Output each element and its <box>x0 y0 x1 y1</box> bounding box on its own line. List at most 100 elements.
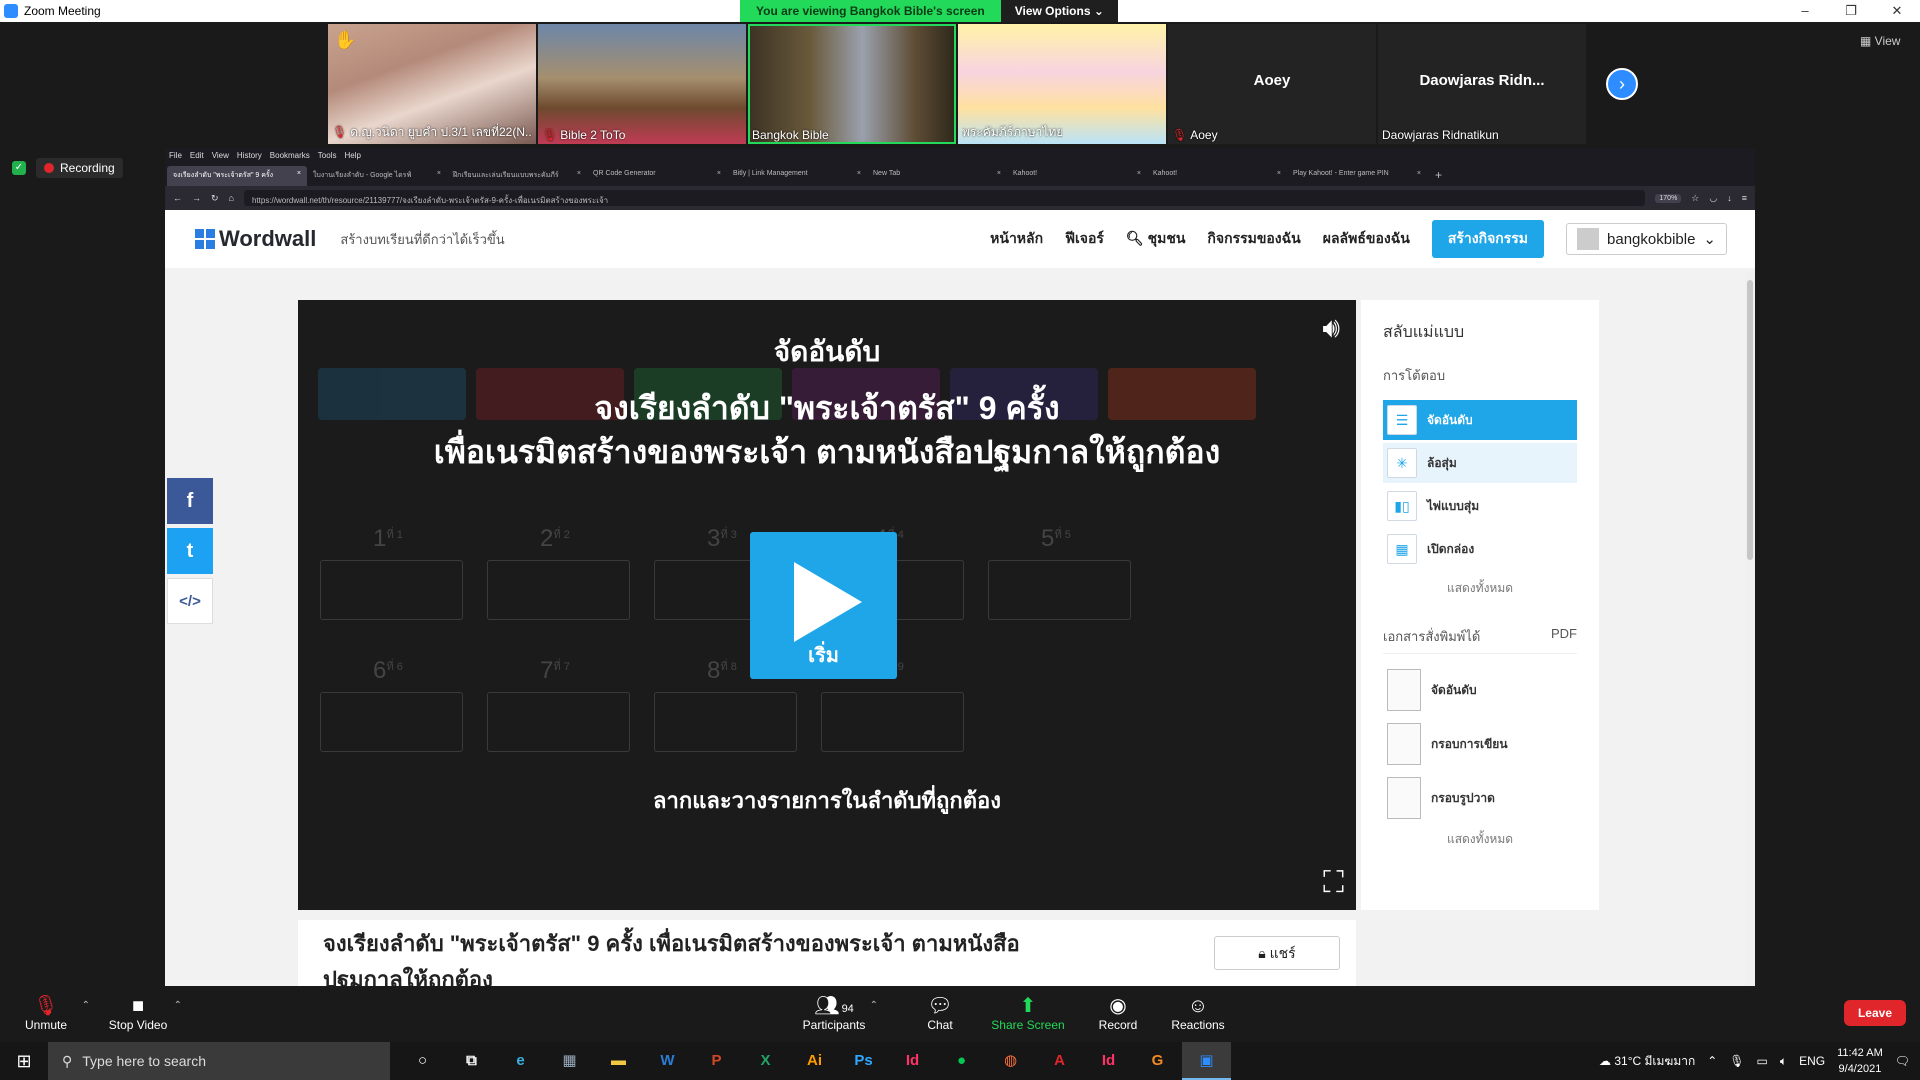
browser-tab[interactable]: QR Code Generator × <box>587 166 727 186</box>
answer-slot[interactable]: 6ที่ 6 <box>320 657 463 752</box>
printable-item[interactable]: จัดอันดับ <box>1383 668 1577 712</box>
answer-slot[interactable]: 2ที่ 2 <box>487 525 630 620</box>
download-icon[interactable]: ↓ <box>1727 193 1732 203</box>
view-button[interactable]: ▦ View <box>1860 34 1900 48</box>
wordwall-logo[interactable]: Wordwall <box>195 226 316 252</box>
template-random-cards[interactable]: ▮▯ ไพ่แบบสุ่ม <box>1383 486 1577 526</box>
embed-code-icon[interactable]: </> <box>167 578 213 624</box>
menu-file[interactable]: File <box>169 151 182 160</box>
menu-bookmarks[interactable]: Bookmarks <box>270 151 310 160</box>
weather-widget[interactable]: ☁ 31°C มีเมฆมาก <box>1599 1052 1695 1071</box>
nav-my-results[interactable]: ผลลัพธ์ของฉัน <box>1323 228 1410 250</box>
browser-tab[interactable]: Kahoot! × <box>1147 166 1287 186</box>
browser-tab[interactable]: New Tab × <box>867 166 1007 186</box>
word-icon[interactable]: W <box>643 1042 692 1080</box>
chevron-up-icon[interactable]: ⌃ <box>1707 1054 1717 1068</box>
browser-tab[interactable]: Bitly | Link Management × <box>727 166 867 186</box>
minimize-button[interactable]: – <box>1782 3 1828 19</box>
new-tab-icon[interactable]: + <box>1427 168 1450 186</box>
recording-badge[interactable]: Recording <box>36 158 123 178</box>
indesign-2-icon[interactable]: Id <box>1084 1042 1133 1080</box>
illustrator-icon[interactable]: Ai <box>790 1042 839 1080</box>
close-tab-icon[interactable]: × <box>1417 170 1421 182</box>
menu-edit[interactable]: Edit <box>190 151 204 160</box>
photoshop-icon[interactable]: Ps <box>839 1042 888 1080</box>
video-tile-active-speaker[interactable]: Bangkok Bible <box>748 24 956 144</box>
template-rank-order[interactable]: ☰ จัดอันดับ <box>1383 400 1577 440</box>
zoom-app-icon[interactable]: ▣ <box>1182 1042 1231 1080</box>
answer-slot[interactable]: 7ที่ 7 <box>487 657 630 752</box>
video-tile[interactable]: พระคัมภีร์ภาษาไทย <box>958 24 1166 144</box>
user-menu[interactable]: bangkokbible ⌄ <box>1566 223 1727 255</box>
close-tab-icon[interactable]: × <box>1277 170 1281 182</box>
caret-up-icon[interactable]: ⌃ <box>82 1000 90 1011</box>
answer-slot[interactable]: 5ที่ 5 <box>988 525 1131 620</box>
browser-tab[interactable]: Play Kahoot! - Enter game PIN × <box>1287 166 1427 186</box>
close-tab-icon[interactable]: × <box>1137 170 1141 182</box>
taskbar-search[interactable]: ⚲ Type here to search <box>48 1042 390 1080</box>
page-scrollbar[interactable] <box>1745 272 1755 986</box>
next-page-arrow-icon[interactable]: › <box>1606 68 1638 100</box>
close-tab-icon[interactable]: × <box>297 170 301 182</box>
caret-up-icon[interactable]: ⌃ <box>870 1000 878 1011</box>
browser-tab[interactable]: จงเรียงลำดับ "พระเจ้าตรัส" 9 ครั้ง × <box>167 166 307 186</box>
file-explorer-icon[interactable]: ▬ <box>594 1042 643 1080</box>
nav-community[interactable]: 🔍︎ ชุมชน <box>1126 228 1185 250</box>
reload-icon[interactable]: ↻ <box>211 193 219 204</box>
menu-history[interactable]: History <box>237 151 262 160</box>
fullscreen-icon[interactable]: ⛶ <box>1323 866 1344 900</box>
windows-start-icon[interactable]: ⊞ <box>0 1051 48 1072</box>
language-indicator[interactable]: ENG <box>1799 1054 1825 1068</box>
menu-view[interactable]: View <box>212 151 229 160</box>
address-bar[interactable]: https://wordwall.net/th/resource/2113977… <box>243 190 1646 206</box>
create-activity-button[interactable]: สร้างกิจกรรม <box>1431 220 1545 258</box>
show-all-printables-link[interactable]: แสดงทั้งหมด <box>1383 830 1577 849</box>
show-all-link[interactable]: แสดงทั้งหมด <box>1383 579 1577 598</box>
share-button[interactable]: 🔒︎ แชร์ <box>1214 936 1340 970</box>
video-tile[interactable]: ✋ 🎙 ด.ญ.วนิดา ยูบคำ ป.3/1 เลขที่22(N... <box>328 24 536 144</box>
indesign-icon[interactable]: Id <box>888 1042 937 1080</box>
nav-features[interactable]: ฟีเจอร์ <box>1065 228 1104 250</box>
close-tab-icon[interactable]: × <box>437 170 441 182</box>
powerpoint-icon[interactable]: P <box>692 1042 741 1080</box>
chat-button[interactable]: 💬︎ Chat <box>900 994 980 1032</box>
share-screen-button[interactable]: ⬆ Share Screen <box>988 994 1068 1032</box>
clock[interactable]: 11:42 AM 9/4/2021 <box>1837 1045 1883 1077</box>
speaker-icon[interactable]: 🔊︎ <box>1322 312 1340 345</box>
home-icon[interactable]: ⌂ <box>229 193 234 203</box>
reactions-button[interactable]: ☺ Reactions <box>1158 994 1238 1032</box>
volume-icon[interactable]: 🔈︎ <box>1780 1054 1787 1069</box>
close-tab-icon[interactable]: × <box>857 170 861 182</box>
network-icon[interactable]: ▭ <box>1757 1054 1768 1068</box>
answer-slot[interactable]: 1ที่ 1 <box>320 525 463 620</box>
leave-button[interactable]: Leave <box>1843 1000 1906 1026</box>
line-icon[interactable]: ● <box>937 1042 986 1080</box>
template-spin-wheel[interactable]: ✳ ล้อสุ่ม <box>1383 443 1577 483</box>
microphone-icon[interactable]: 🎙 <box>1729 1054 1744 1068</box>
caret-up-icon[interactable]: ⌃ <box>174 1000 182 1011</box>
g-app-icon[interactable]: G <box>1133 1042 1182 1080</box>
calculator-icon[interactable]: ▦ <box>545 1042 594 1080</box>
edge-icon[interactable]: e <box>496 1042 545 1080</box>
close-tab-icon[interactable]: × <box>717 170 721 182</box>
close-tab-icon[interactable]: × <box>997 170 1001 182</box>
participants-button[interactable]: 👥︎ 94 Participants ⌃ <box>794 994 878 1032</box>
template-open-box[interactable]: ▦ เปิดกล่อง <box>1383 529 1577 569</box>
browser-tab[interactable]: ฝึกเรียนและเล่นเรียนแบบพระคัมภีร์ × <box>447 166 587 186</box>
view-options-button[interactable]: View Options ⌄ <box>1000 0 1118 22</box>
stop-video-button[interactable]: ■ Stop Video ⌃ <box>98 994 182 1032</box>
video-tile[interactable]: Daowjaras Ridn... Daowjaras Ridnatikun <box>1378 24 1586 144</box>
close-button[interactable]: ✕ <box>1874 3 1920 19</box>
close-tab-icon[interactable]: × <box>577 170 581 182</box>
restore-button[interactable]: ❐ <box>1828 3 1874 19</box>
back-icon[interactable]: ← <box>173 193 182 203</box>
excel-icon[interactable]: X <box>741 1042 790 1080</box>
record-button[interactable]: ◉ Record <box>1078 994 1158 1032</box>
cortana-icon[interactable]: ○ <box>398 1042 447 1080</box>
twitter-icon[interactable]: t <box>167 528 213 574</box>
bookmark-star-icon[interactable]: ☆ <box>1691 193 1699 204</box>
menu-help[interactable]: Help <box>344 151 360 160</box>
printable-item[interactable]: กรอบรูปวาด <box>1383 776 1577 820</box>
forward-icon[interactable]: → <box>192 193 201 203</box>
start-button[interactable]: เริ่ม <box>750 532 897 679</box>
